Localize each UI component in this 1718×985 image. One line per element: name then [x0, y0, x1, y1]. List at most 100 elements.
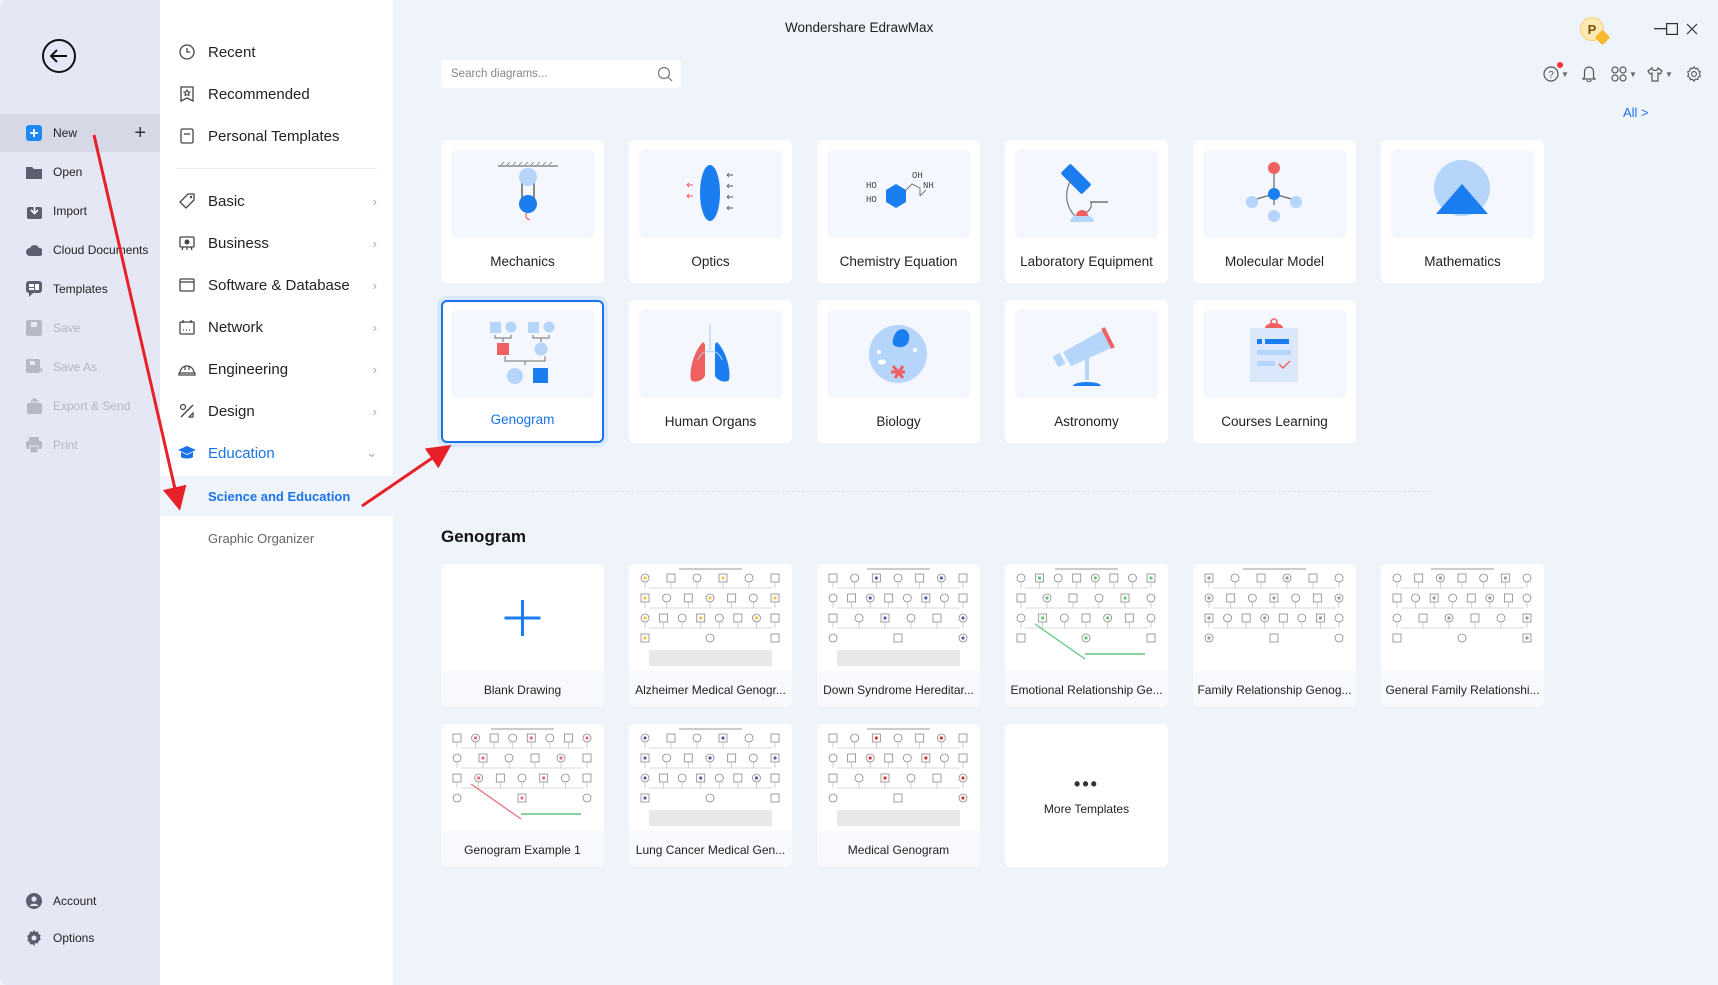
- settings-button[interactable]: [1686, 63, 1702, 85]
- diagram-type-biology[interactable]: Biology: [817, 300, 980, 443]
- template-card[interactable]: Medical Genogram: [817, 724, 980, 867]
- nav-new[interactable]: New +: [0, 114, 160, 152]
- plus-icon: [504, 600, 541, 636]
- category-label: Design: [208, 402, 255, 420]
- all-link[interactable]: All >: [1623, 105, 1649, 120]
- template-label: Genogram Example 1: [464, 843, 581, 857]
- nav-label: Cloud Documents: [53, 243, 149, 257]
- account-icon: [26, 893, 42, 909]
- template-card[interactable]: General Family Relationshi...: [1381, 564, 1544, 707]
- nav-label: Save: [53, 321, 81, 335]
- nav-cloud-documents[interactable]: Cloud Documents: [0, 231, 160, 269]
- category-software-database[interactable]: Software & Database ›: [160, 267, 393, 303]
- subcategory-graphic-organizer[interactable]: Graphic Organizer: [160, 518, 393, 558]
- genogram-preview: [441, 724, 604, 831]
- chemistry-icon: HO HO OHNH: [866, 171, 934, 208]
- search-icon[interactable]: [657, 66, 673, 82]
- category-label: Network: [208, 318, 264, 336]
- diagram-type-astronomy[interactable]: Astronomy: [1005, 300, 1168, 443]
- design-tools-icon: [178, 402, 196, 420]
- svg-text:HO: HO: [866, 181, 877, 191]
- thumbnail: [639, 150, 782, 238]
- category-panel: Recent Recommended Personal Templates Ba…: [160, 0, 393, 985]
- diagram-type-mathematics[interactable]: Mathematics: [1381, 140, 1544, 283]
- window-title: Wondershare EdrawMax: [785, 20, 934, 35]
- gear-icon: [26, 930, 42, 946]
- nav-open[interactable]: Open: [0, 153, 160, 191]
- mechanics-icon: [498, 161, 558, 220]
- diagram-type-molecular-model[interactable]: Molecular Model: [1193, 140, 1356, 283]
- apps-button[interactable]: ▼: [1611, 63, 1637, 85]
- shirt-icon: [1647, 66, 1663, 82]
- diagram-type-chemistry-equation[interactable]: HO HO OH NH Chemistry Equation: [817, 140, 980, 283]
- subcategory-science-education[interactable]: Science and Education: [160, 476, 393, 516]
- maximize-icon: [1666, 23, 1678, 35]
- nav-label: Import: [53, 204, 88, 218]
- nav-save[interactable]: Save: [0, 309, 160, 347]
- template-card[interactable]: Family Relationship Genog...: [1193, 564, 1356, 707]
- diagram-type-human-organs[interactable]: Human Organs: [629, 300, 792, 443]
- category-engineering[interactable]: Engineering ›: [160, 351, 393, 387]
- nav-print[interactable]: Print: [0, 426, 160, 464]
- template-label: Lung Cancer Medical Gen...: [635, 843, 786, 857]
- template-card[interactable]: Alzheimer Medical Genogr...: [629, 564, 792, 707]
- template-card[interactable]: Genogram Example 1: [441, 724, 604, 867]
- template-card[interactable]: Lung Cancer Medical Gen...: [629, 724, 792, 867]
- category-network[interactable]: Network ›: [160, 309, 393, 345]
- new-plus-button[interactable]: +: [134, 122, 146, 145]
- category-business[interactable]: Business ›: [160, 225, 393, 261]
- category-recommended[interactable]: Recommended: [160, 76, 393, 112]
- presentation-icon: [178, 234, 196, 252]
- chevron-right-icon: ›: [372, 403, 377, 419]
- more-templates-button[interactable]: ••• More Templates: [1005, 724, 1168, 867]
- calendar-icon: [178, 318, 196, 336]
- close-icon: [1686, 23, 1698, 35]
- category-recent[interactable]: Recent: [160, 34, 393, 70]
- help-icon: ?: [1543, 66, 1559, 82]
- nav-account[interactable]: Account: [0, 882, 160, 920]
- tag-icon: [178, 192, 196, 210]
- nav-save-as[interactable]: Save As: [0, 348, 160, 386]
- diagram-type-mechanics[interactable]: Mechanics: [441, 140, 604, 283]
- theme-button[interactable]: ▼: [1647, 63, 1673, 85]
- template-card[interactable]: Emotional Relationship Ge...: [1005, 564, 1168, 707]
- category-education[interactable]: Education ⌄: [160, 435, 393, 471]
- diagram-type-optics[interactable]: Optics: [629, 140, 792, 283]
- card-label: Human Organs: [664, 414, 757, 429]
- maximize-button[interactable]: [1661, 18, 1683, 40]
- section-divider: [441, 491, 1431, 492]
- search-box: [441, 60, 681, 88]
- nav-import[interactable]: Import: [0, 192, 160, 230]
- template-blank-drawing[interactable]: Blank Drawing: [441, 564, 604, 707]
- settings-icon: [1687, 66, 1701, 82]
- template-card[interactable]: Down Syndrome Hereditar...: [817, 564, 980, 707]
- search-input[interactable]: [451, 68, 657, 80]
- genogram-preview: [629, 724, 792, 831]
- nav-export-send[interactable]: Export & Send: [0, 387, 160, 425]
- nav-label: Open: [53, 165, 83, 179]
- thumbnail: [1203, 310, 1346, 398]
- card-label: Molecular Model: [1224, 254, 1325, 269]
- nav-options[interactable]: Options: [0, 919, 160, 957]
- nav-label: Print: [53, 438, 78, 452]
- genogram-icon: [490, 321, 555, 384]
- genogram-preview: [817, 564, 980, 671]
- left-nav: New + Open Import Cloud Documents Templa…: [0, 0, 160, 985]
- document-icon: [178, 127, 196, 145]
- molecule-icon: [1246, 162, 1302, 222]
- premium-badge-icon: [1594, 29, 1611, 46]
- nav-templates[interactable]: Templates: [0, 270, 160, 308]
- diagram-type-genogram[interactable]: Genogram: [441, 300, 604, 443]
- close-button[interactable]: [1681, 18, 1703, 40]
- category-personal-templates[interactable]: Personal Templates: [160, 118, 393, 154]
- category-basic[interactable]: Basic ›: [160, 183, 393, 219]
- back-button[interactable]: [42, 39, 76, 73]
- divider: [176, 168, 377, 169]
- avatar[interactable]: P: [1580, 17, 1611, 46]
- diagram-type-courses-learning[interactable]: Courses Learning: [1193, 300, 1356, 443]
- help-button[interactable]: ? ▼: [1543, 62, 1569, 85]
- diagram-type-laboratory-equipment[interactable]: Laboratory Equipment: [1005, 140, 1168, 283]
- notifications-button[interactable]: [1582, 63, 1596, 85]
- category-design[interactable]: Design ›: [160, 393, 393, 429]
- templates-icon: [26, 281, 42, 297]
